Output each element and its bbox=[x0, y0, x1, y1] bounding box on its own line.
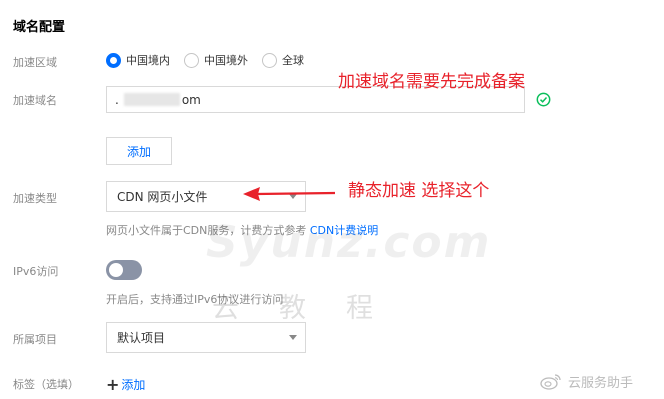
project-select-value: 默认项目 bbox=[117, 331, 166, 345]
radio-unchecked-icon bbox=[262, 52, 277, 68]
ipv6-label: IPv6访问 bbox=[13, 265, 59, 278]
domain-annotation: 加速域名需要先完成备案 bbox=[338, 72, 525, 92]
add-tag-button[interactable]: + 添加 bbox=[106, 375, 145, 394]
check-circle-icon bbox=[536, 92, 551, 107]
toggle-knob bbox=[109, 263, 123, 277]
tags-label: 标签（选填） bbox=[13, 378, 79, 391]
redacted-block bbox=[123, 93, 180, 106]
chevron-down-icon bbox=[289, 335, 297, 340]
section-title: 域名配置 bbox=[13, 20, 66, 35]
weibo-icon bbox=[540, 374, 561, 390]
domain-label: 加速域名 bbox=[13, 94, 57, 107]
project-label: 所属项目 bbox=[13, 333, 57, 346]
watermark-cn: 云教程 bbox=[212, 293, 413, 324]
domain-suffix: om bbox=[181, 92, 201, 107]
plus-icon: + bbox=[106, 375, 120, 394]
watermark-latin: Syunz.com bbox=[206, 217, 492, 268]
radio-global[interactable]: 全球 bbox=[262, 52, 304, 68]
type-label: 加速类型 bbox=[13, 192, 57, 205]
radio-china-mainland[interactable]: 中国境内 bbox=[106, 52, 170, 68]
radio-unchecked-icon bbox=[184, 52, 199, 68]
red-arrow-icon bbox=[243, 187, 336, 201]
project-select[interactable]: 默认项目 bbox=[106, 322, 306, 353]
radio-checked-icon bbox=[106, 52, 121, 68]
type-select-value: CDN 网页小文件 bbox=[117, 190, 208, 204]
radio-label: 中国境内 bbox=[126, 54, 170, 67]
region-label: 加速区域 bbox=[13, 56, 57, 69]
region-radio-group: 中国境内 中国境外 全球 bbox=[106, 52, 318, 68]
weibo-watermark: 云服务助手 bbox=[540, 372, 633, 391]
radio-label: 全球 bbox=[282, 54, 304, 67]
radio-outside-china[interactable]: 中国境外 bbox=[184, 52, 248, 68]
radio-label: 中国境外 bbox=[204, 54, 248, 67]
weibo-text: 云服务助手 bbox=[568, 376, 634, 391]
ipv6-toggle[interactable] bbox=[106, 260, 142, 280]
type-annotation: 静态加速 选择这个 bbox=[348, 181, 490, 201]
add-tag-label: 添加 bbox=[121, 378, 146, 392]
domain-prefix: . bbox=[115, 92, 119, 107]
add-domain-button[interactable]: 添加 bbox=[106, 137, 172, 165]
